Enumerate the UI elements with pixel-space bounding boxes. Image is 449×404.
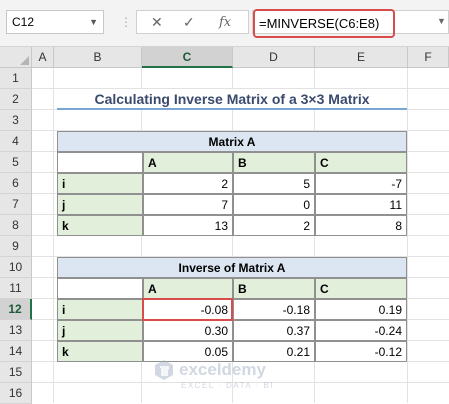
inverse-cell[interactable]: 0.37 [233,320,315,341]
cancel-icon[interactable]: ✕ [151,14,163,31]
page-title: Calculating Inverse Matrix of a 3×3 Matr… [57,89,407,110]
column-header-c[interactable]: C [142,47,233,68]
row-header-4[interactable]: 4 [0,131,32,152]
row-header-11[interactable]: 11 [0,278,32,299]
inverse-cell[interactable]: -0.24 [315,320,407,341]
row-header-12[interactable]: 12 [0,299,32,320]
row-header-6[interactable]: 6 [0,173,32,194]
matrix-a-col-header[interactable]: B [233,152,315,173]
row-header-13[interactable]: 13 [0,320,32,341]
column-header-f[interactable]: F [408,47,449,68]
enter-icon[interactable]: ✓ [183,14,195,31]
matrix-a-cell[interactable]: 5 [233,173,315,194]
inverse-col-header[interactable]: B [233,278,315,299]
inverse-cell-selected[interactable]: -0.08 [143,299,233,320]
formula-buttons: ✕ ✓ fx [136,10,249,34]
matrix-a-row-label[interactable]: k [57,215,143,236]
row-header-8[interactable]: 8 [0,215,32,236]
watermark-tag: EXCEL · DATA · BI [181,381,274,390]
column-header-a[interactable]: A [32,47,54,68]
matrix-a-col-header[interactable]: C [315,152,407,173]
row-header-2[interactable]: 2 [0,89,32,110]
insert-function-icon[interactable]: fx [219,15,231,30]
inverse-row-label[interactable]: j [57,320,143,341]
exceldemy-logo-icon [155,360,173,380]
chevron-down-icon[interactable]: ▼ [89,11,98,33]
column-header-b[interactable]: B [54,47,142,68]
matrix-a-cell[interactable]: 7 [143,194,233,215]
expand-formula-icon[interactable]: ▼ [437,16,446,26]
select-all-button[interactable] [0,47,32,68]
row-header-16[interactable]: 16 [0,383,32,404]
matrix-a-corner-cell[interactable] [57,152,143,173]
formula-text[interactable]: =MINVERSE(C6:E8) [253,9,395,38]
inverse-row-label[interactable]: i [57,299,143,320]
row-header-7[interactable]: 7 [0,194,32,215]
matrix-a-cell[interactable]: 0 [233,194,315,215]
row-header-5[interactable]: 5 [0,152,32,173]
inverse-row-label[interactable]: k [57,341,143,362]
matrix-a-caption[interactable]: Matrix A [57,131,407,152]
row-header-10[interactable]: 10 [0,257,32,278]
row-header-1[interactable]: 1 [0,68,32,89]
matrix-a-cell[interactable]: 13 [143,215,233,236]
inverse-col-header[interactable]: A [143,278,233,299]
matrix-a-row-label[interactable]: j [57,194,143,215]
matrix-a-row-label[interactable]: i [57,173,143,194]
more-icon: ⋮ [120,15,132,29]
watermark-name: exceldemy [179,360,266,379]
name-box-value: C12 [12,15,35,29]
watermark: exceldemy EXCEL · DATA · BI [145,357,315,397]
inverse-cell[interactable]: 0.19 [315,299,407,320]
row-header-15[interactable]: 15 [0,362,32,383]
row-header-9[interactable]: 9 [0,236,32,257]
inverse-cell[interactable]: -0.18 [233,299,315,320]
inverse-col-header[interactable]: C [315,278,407,299]
formula-bar: C12 ▼ ⋮ ✕ ✓ fx =MINVERSE(C6:E8) ▼ [0,0,449,47]
matrix-a-cell[interactable]: 8 [315,215,407,236]
matrix-a-cell[interactable]: 2 [233,215,315,236]
matrix-a-cell[interactable]: 2 [143,173,233,194]
matrix-a-cell[interactable]: 11 [315,194,407,215]
matrix-a-col-header[interactable]: A [143,152,233,173]
column-header-e[interactable]: E [315,47,408,68]
row-header-14[interactable]: 14 [0,341,32,362]
inverse-corner-cell[interactable] [57,278,143,299]
inverse-caption[interactable]: Inverse of Matrix A [57,257,407,278]
matrix-a-cell[interactable]: -7 [315,173,407,194]
inverse-cell[interactable]: 0.30 [143,320,233,341]
column-header-d[interactable]: D [233,47,315,68]
inverse-cell[interactable]: -0.12 [315,341,407,362]
name-box[interactable]: C12 ▼ [6,10,104,34]
row-header-3[interactable]: 3 [0,110,32,131]
